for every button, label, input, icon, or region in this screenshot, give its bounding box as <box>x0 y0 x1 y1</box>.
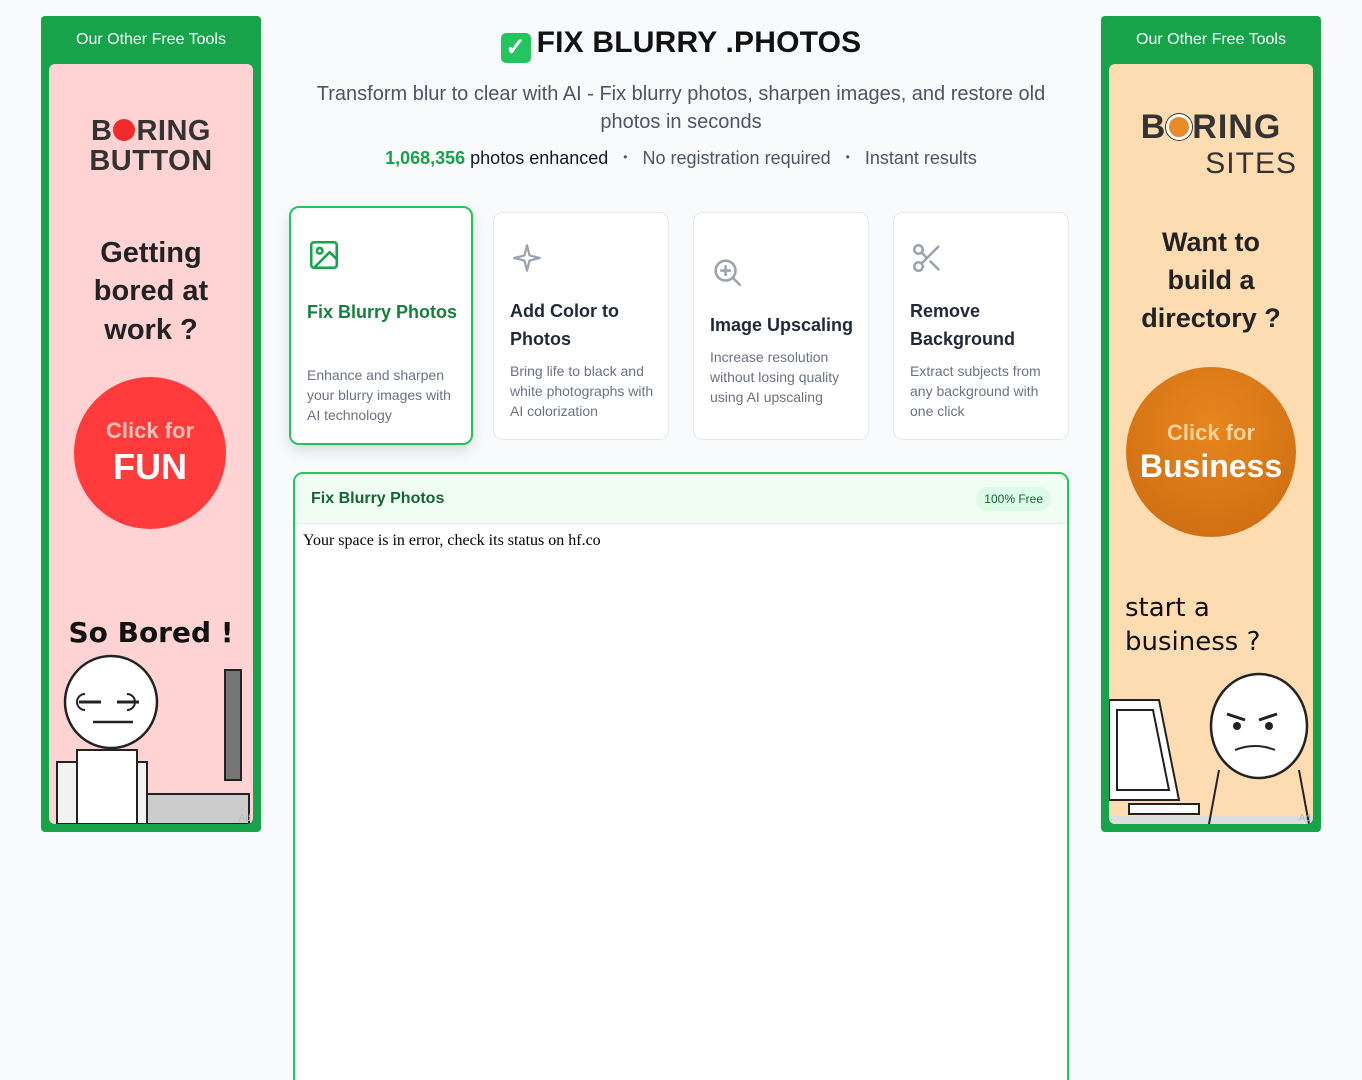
red-dot-icon <box>113 119 136 141</box>
free-badge: 100% Free <box>976 486 1051 511</box>
ad-right[interactable]: Our Other Free Tools B RING SITES Want to… <box>1101 16 1321 832</box>
bored-meme-illustration <box>56 654 250 824</box>
sparkle-icon <box>513 244 541 272</box>
fox-icon <box>1166 114 1193 140</box>
tool-description: Bring life to black and white photograph… <box>510 363 654 419</box>
ad-left[interactable]: Our Other Free Tools B RING BUTTON Gettin… <box>41 16 261 832</box>
stat-instant-results: Instant results <box>864 148 977 168</box>
check-icon: ✓ <box>500 33 531 63</box>
image-icon <box>309 240 339 270</box>
ad-caption: start a business ? <box>1125 593 1261 657</box>
ad-banner-boring-button[interactable]: B RING BUTTON Getting bored at work ? Cli… <box>49 64 253 824</box>
tool-description: Increase resolution without losing quali… <box>710 349 840 405</box>
panel-header: Fix Blurry Photos 100% Free <box>295 474 1067 524</box>
tool-card-fix-blurry[interactable]: Fix Blurry Photos Enhance and sharpen yo… <box>289 206 473 445</box>
panel-title: Fix Blurry Photos <box>311 489 445 507</box>
page-subtitle: Transform blur to clear with AI - Fix bl… <box>316 83 1046 133</box>
tool-card-add-color[interactable]: Add Color to Photos Bring life to black … <box>493 212 669 440</box>
ad-caption: So Bored ! <box>68 616 234 649</box>
thinking-meme-illustration <box>1109 672 1313 824</box>
tool-name: Remove Background <box>910 301 1016 349</box>
separator-dot: • <box>845 150 850 164</box>
scissors-icon <box>912 243 940 273</box>
embedded-space-error: Your space is in error, check its status… <box>303 532 601 549</box>
tool-description: Enhance and sharpen your blurry images w… <box>307 367 451 423</box>
ad-tagline: Want to build a directory ? <box>1141 227 1281 333</box>
stat-no-registration: No registration required <box>642 148 831 168</box>
ad-mark: Ad <box>238 813 251 824</box>
tool-name: Fix Blurry Photos <box>307 302 458 322</box>
tool-panel: Fix Blurry Photos 100% Free Your space i… <box>293 472 1069 1080</box>
tool-name: Image Upscaling <box>710 315 854 335</box>
ad-banner-boring-sites[interactable]: B RING SITES Want to build a directory ? … <box>1109 64 1313 824</box>
ad-tagline: Getting bored at work ? <box>93 237 209 346</box>
enhanced-count: 1,068,356 <box>385 148 466 168</box>
separator-dot: • <box>623 150 628 164</box>
ad-mark: Ad <box>1298 813 1311 824</box>
zoom-in-icon <box>714 259 742 287</box>
tool-card-upscaling[interactable]: Image Upscaling Increase resolution with… <box>693 212 869 440</box>
stats-bar: 1,068,356 photos enhanced • No registrat… <box>0 148 1362 169</box>
click-for-business-button[interactable]: Click for Business <box>1126 367 1296 537</box>
enhanced-label: photos enhanced <box>470 148 609 168</box>
tool-description: Extract subjects from any background wit… <box>910 363 1041 419</box>
tool-name: Add Color to Photos <box>510 301 619 349</box>
click-for-fun-button[interactable]: Click for FUN <box>74 377 226 529</box>
page-title: ✓ FIX BLURRY .PHOTOS <box>0 26 1362 63</box>
tool-card-remove-background[interactable]: Remove Background Extract subjects from … <box>893 212 1069 440</box>
